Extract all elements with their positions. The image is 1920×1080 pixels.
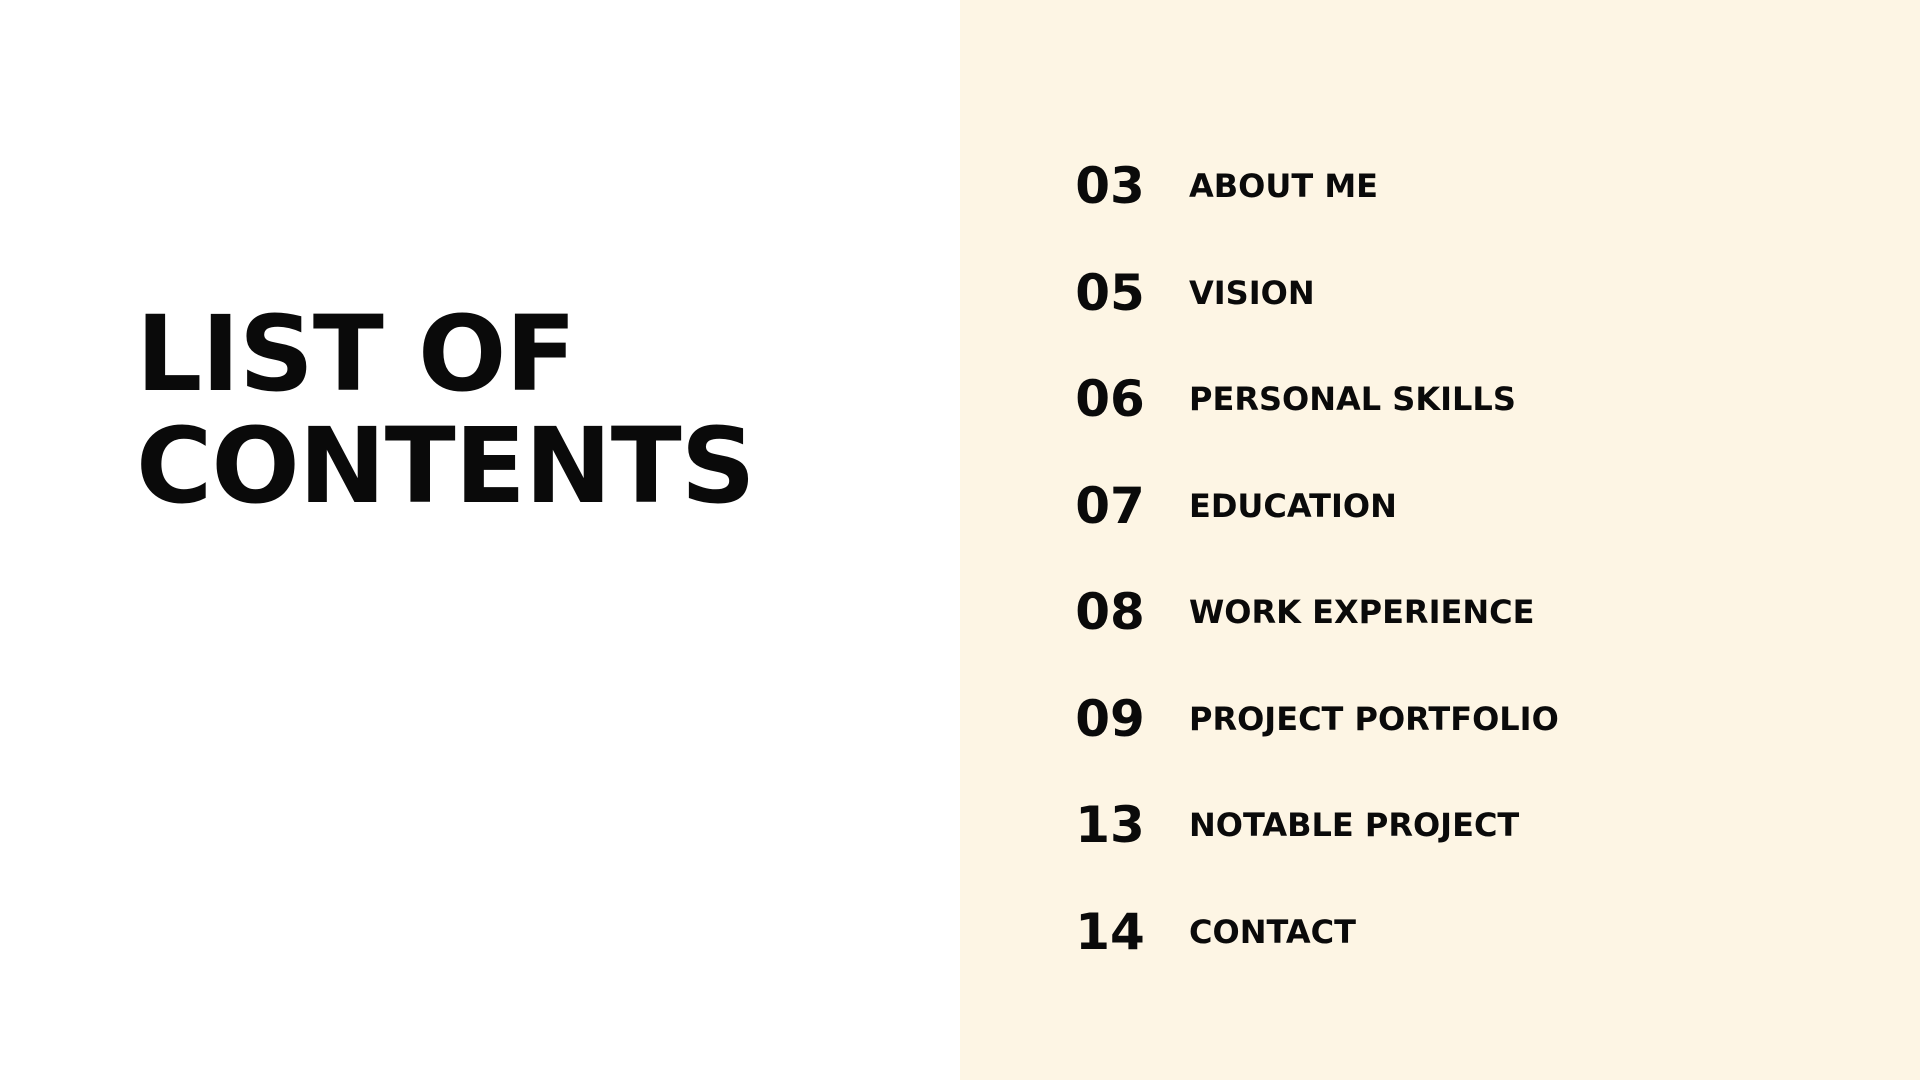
toc-page-number: 05 [1075,263,1145,322]
toc-label: VISION [1189,273,1315,312]
toc-label: ABOUT ME [1189,167,1379,206]
toc-label: PROJECT PORTFOLIO [1189,699,1559,738]
toc-label: CONTACT [1189,912,1356,951]
title-line-1: LIST OF [136,293,576,415]
toc-page-number: 03 [1075,157,1145,216]
toc-item-about-me[interactable]: 03 ABOUT ME [1060,133,1559,240]
toc-page-number: 08 [1075,583,1145,642]
toc-item-vision[interactable]: 05 VISION [1060,240,1559,347]
toc-label: PERSONAL SKILLS [1189,380,1516,419]
toc-item-project-portfolio[interactable]: 09 PROJECT PORTFOLIO [1060,666,1559,773]
toc-page-number: 09 [1075,689,1145,748]
toc-item-contact[interactable]: 14 CONTACT [1060,879,1559,986]
toc-page-number: 14 [1075,902,1145,961]
toc-item-personal-skills[interactable]: 06 PERSONAL SKILLS [1060,346,1559,453]
contents-panel: 03 ABOUT ME 05 VISION 06 PERSONAL SKILLS… [960,0,1920,1080]
toc-label: WORK EXPERIENCE [1189,593,1535,632]
toc-label: NOTABLE PROJECT [1189,806,1520,845]
toc-page-number: 06 [1075,370,1145,429]
title-line-2: CONTENTS [136,405,756,527]
toc-list: 03 ABOUT ME 05 VISION 06 PERSONAL SKILLS… [1060,133,1559,985]
toc-item-education[interactable]: 07 EDUCATION [1060,453,1559,560]
toc-page-number: 07 [1075,476,1145,535]
page-title: LIST OF CONTENTS [136,293,756,527]
toc-page-number: 13 [1075,796,1145,855]
left-panel: LIST OF CONTENTS [0,0,960,1080]
toc-item-notable-project[interactable]: 13 NOTABLE PROJECT [1060,772,1559,879]
toc-item-work-experience[interactable]: 08 WORK EXPERIENCE [1060,559,1559,666]
slide: LIST OF CONTENTS 03 ABOUT ME 05 VISION 0… [0,0,1920,1080]
toc-label: EDUCATION [1189,486,1397,525]
